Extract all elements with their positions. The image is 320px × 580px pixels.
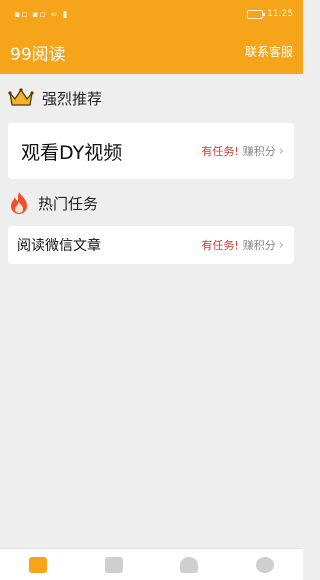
home-icon — [28, 557, 47, 573]
section-title: 热门任务 — [38, 194, 99, 213]
task-card-read-wechat[interactable]: 阅读微信文章 有任务! 赚积分 › — [8, 226, 294, 264]
earn-points-label: 赚积分 — [242, 145, 276, 158]
crown-icon — [8, 88, 34, 106]
section-title: 强烈推荐 — [42, 89, 103, 108]
task-label: 阅读微信文章 — [17, 238, 101, 254]
contact-service-link[interactable]: 联系客服 — [245, 43, 293, 60]
flame-icon — [11, 192, 27, 214]
chevron-right-icon: › — [278, 237, 284, 253]
task-label: 观看DY视频 — [21, 141, 123, 164]
app-header: ▪▫ ▪▫ ≈ ▮ 11:25 99阅读 联系客服 — [0, 0, 303, 74]
compass-icon — [256, 557, 275, 573]
battery-icon — [247, 9, 266, 19]
bottom-tab-bar — [0, 548, 303, 580]
task-available-tag: 有任务! — [201, 239, 239, 252]
tab-messages[interactable] — [76, 549, 152, 580]
tab-discover[interactable] — [227, 549, 303, 580]
page-title: 99阅读 — [10, 45, 66, 65]
task-card-watch-video[interactable]: 观看DY视频 有任务! 赚积分 › — [8, 123, 294, 179]
tab-profile[interactable] — [152, 549, 228, 580]
chevron-right-icon: › — [278, 143, 284, 159]
status-bar-signal: ▪▫ ▪▫ ≈ ▮ — [14, 10, 69, 20]
section-hot-tasks-header: 热门任务 — [8, 190, 98, 216]
earn-points-label: 赚积分 — [242, 239, 276, 252]
tab-home[interactable] — [0, 549, 76, 580]
message-icon — [104, 557, 123, 573]
user-icon — [180, 557, 199, 573]
section-recommend-header: 强烈推荐 — [8, 85, 102, 111]
status-bar: ▪▫ ▪▫ ≈ ▮ 11:25 — [0, 0, 303, 28]
status-bar-time: 11:25 — [267, 9, 293, 19]
task-available-tag: 有任务! — [201, 145, 239, 158]
